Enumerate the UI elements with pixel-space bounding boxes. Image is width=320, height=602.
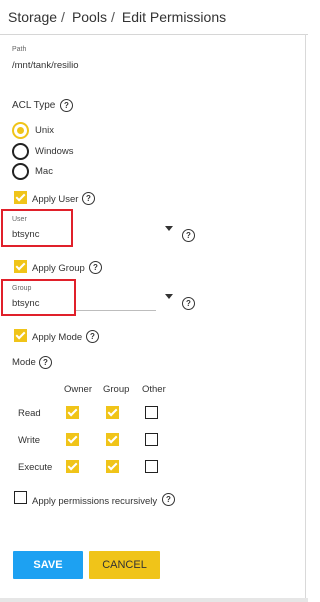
mode-row-execute: Execute — [18, 462, 53, 473]
acl-option-windows-label: Windows — [35, 146, 74, 157]
path-label: Path — [12, 46, 27, 53]
breadcrumb-edit-permissions: Edit Permissions — [121, 9, 227, 25]
group-select[interactable]: btsync — [12, 298, 39, 309]
acl-radio-unix[interactable] — [12, 122, 29, 139]
write-group-checkbox[interactable] — [106, 433, 119, 446]
user-field-label: User — [12, 216, 27, 223]
breadcrumb-separator: / — [61, 9, 65, 25]
help-circle-icon[interactable]: ? — [182, 229, 195, 242]
caret-down-icon[interactable] — [165, 294, 173, 299]
execute-group-checkbox[interactable] — [106, 460, 119, 473]
cancel-button[interactable]: CANCEL — [89, 551, 160, 579]
page-header: Storage / Pools / Edit Permissions — [0, 0, 308, 35]
apply-group-label: Apply Group — [32, 263, 85, 274]
path-value: /mnt/tank/resilio — [12, 60, 79, 71]
mode-col-other: Other — [142, 384, 166, 395]
help-circle-icon[interactable]: ? — [60, 99, 73, 112]
breadcrumb-storage[interactable]: Storage — [8, 9, 57, 25]
frame-border — [305, 34, 306, 602]
acl-type-label: ACL Type — [12, 100, 56, 111]
user-select[interactable]: btsync — [12, 229, 39, 240]
apply-user-label: Apply User — [32, 194, 79, 205]
execute-owner-checkbox[interactable] — [66, 460, 79, 473]
apply-user-checkbox[interactable] — [14, 191, 27, 204]
recursive-checkbox[interactable] — [14, 491, 27, 504]
execute-other-checkbox[interactable] — [145, 460, 158, 473]
help-circle-icon[interactable]: ? — [162, 493, 175, 506]
frame-border — [0, 598, 308, 602]
acl-option-unix-label: Unix — [35, 125, 55, 136]
write-other-checkbox[interactable] — [145, 433, 158, 446]
acl-radio-mac[interactable] — [12, 163, 29, 180]
group-field-label: Group — [12, 285, 32, 292]
save-button[interactable]: SAVE — [13, 551, 83, 579]
breadcrumb-separator: / — [110, 9, 115, 25]
breadcrumb-pools[interactable]: Pools — [72, 9, 107, 25]
help-circle-icon[interactable]: ? — [89, 261, 102, 274]
acl-radio-windows[interactable] — [12, 143, 29, 160]
caret-down-icon[interactable] — [165, 226, 173, 231]
mode-label: Mode — [12, 357, 36, 368]
apply-group-checkbox[interactable] — [14, 260, 27, 273]
recursive-label: Apply permissions recursively — [32, 496, 158, 507]
mode-row-write: Write — [18, 435, 40, 446]
help-circle-icon[interactable]: ? — [39, 356, 52, 369]
write-owner-checkbox[interactable] — [66, 433, 79, 446]
help-circle-icon[interactable]: ? — [86, 330, 99, 343]
read-group-checkbox[interactable] — [106, 406, 119, 419]
read-owner-checkbox[interactable] — [66, 406, 79, 419]
help-circle-icon[interactable]: ? — [82, 192, 95, 205]
mode-col-owner: Owner — [64, 384, 92, 395]
mode-col-group: Group — [103, 384, 130, 395]
mode-row-read: Read — [18, 408, 41, 419]
acl-option-mac-label: Mac — [35, 166, 53, 177]
group-select-underline — [76, 310, 156, 311]
breadcrumb: Storage / Pools / Edit Permissions — [8, 9, 226, 25]
apply-mode-label: Apply Mode — [32, 332, 83, 343]
apply-mode-checkbox[interactable] — [14, 329, 27, 342]
user-field-highlight — [1, 209, 73, 247]
read-other-checkbox[interactable] — [145, 406, 158, 419]
help-circle-icon[interactable]: ? — [182, 297, 195, 310]
